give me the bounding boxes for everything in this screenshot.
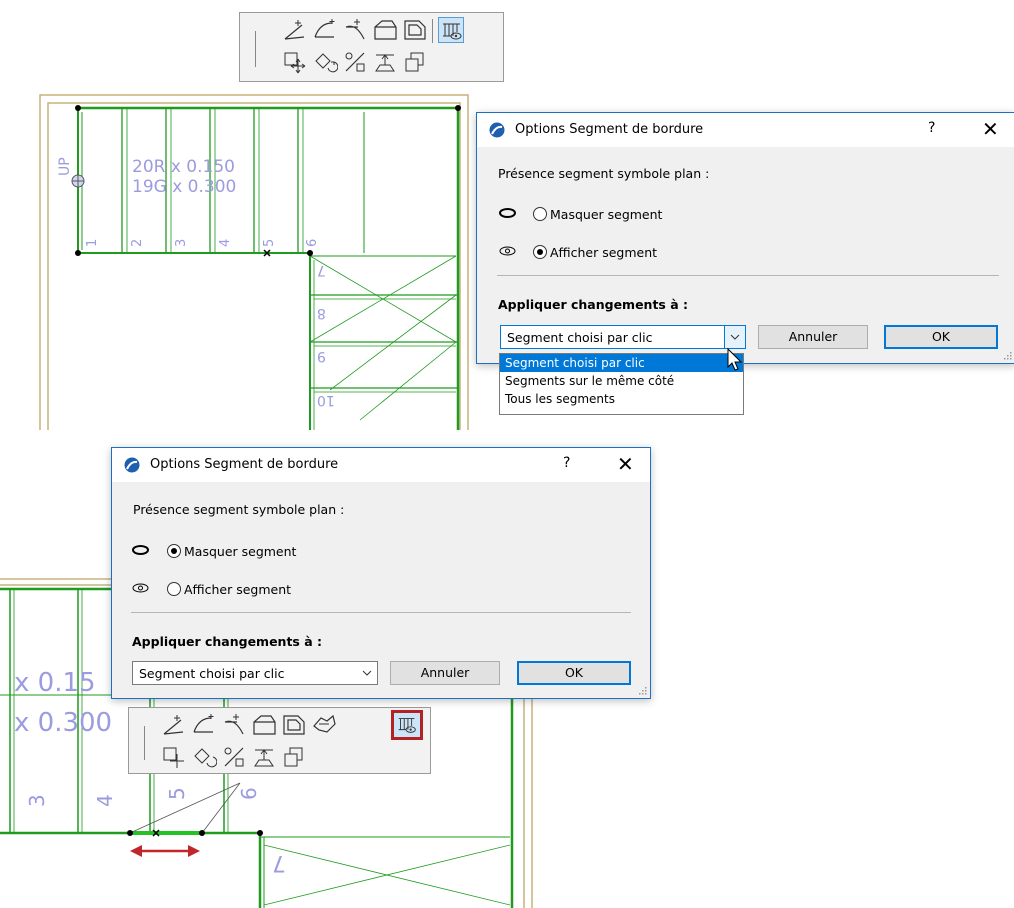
riser-number: 5 [262,238,277,247]
visible-eye-icon [499,246,516,256]
top-edit-toolbar [239,12,504,82]
copy-icon[interactable] [281,744,307,770]
cancel-button[interactable]: Annuler [390,661,500,685]
riser-number: 4 [93,794,117,807]
dropdown-option[interactable]: Segment choisi par clic [500,354,743,372]
stair-riser-label: 20R x 0.150 [132,157,235,177]
chevron-down-icon[interactable] [724,326,745,348]
curve-edge-icon[interactable] [191,712,217,738]
hidden-eye-icon [499,208,516,218]
split-segment-icon[interactable] [221,744,247,770]
offset-all-edges-icon[interactable] [402,17,428,43]
dialog-title: Options Segment de bordure [515,122,704,137]
dropdown-option[interactable]: Tous les segments [500,390,743,408]
toolbar-divider [432,19,433,43]
help-button[interactable]: ? [563,455,570,471]
stair-tread-label: x 0.300 [14,708,113,738]
app-logo-icon [489,122,505,138]
tangent-arc-icon[interactable] [221,712,247,738]
riser-number: 9 [317,348,326,364]
add-arc-node-icon[interactable] [161,712,187,738]
presence-label: Présence segment symbole plan : [133,502,345,517]
stair-up-label: UP [57,157,73,176]
visible-eye-icon [132,583,149,593]
apply-scope-dropdown: Segment choisi par clic Segments sur le … [499,353,744,415]
segment-options-dialog-bottom: Options Segment de bordure ? ✕ Présence … [111,447,651,699]
riser-number: 7 [317,262,326,278]
elevate-icon[interactable] [372,49,398,75]
hide-segment-label[interactable]: Masquer segment [550,207,662,222]
hide-segment-radio[interactable] [533,207,547,221]
close-button[interactable]: ✕ [617,452,634,476]
offset-all-edges-icon[interactable] [281,712,307,738]
ok-button[interactable]: OK [884,325,998,349]
mouse-cursor-icon [727,347,743,371]
rotate-icon[interactable] [312,49,339,75]
segment-options-dialog-top: Options Segment de bordure ? ✕ Présence … [476,112,1014,364]
riser-number: 4 [218,238,233,247]
toolbar-divider [255,31,256,67]
dialog-title: Options Segment de bordure [150,457,339,472]
hide-segment-radio[interactable] [167,544,181,558]
riser-number: 3 [174,238,189,247]
move-node-icon[interactable] [161,744,187,770]
hidden-eye-icon [132,545,149,555]
riser-number: 10 [317,392,335,408]
cancel-button[interactable]: Annuler [758,325,868,349]
rotate-icon[interactable] [191,744,218,770]
resize-grip-icon[interactable] [1003,351,1012,360]
curve-edge-icon[interactable] [312,17,338,43]
riser-number: 6 [237,787,261,800]
segment-visibility-icon[interactable] [391,710,423,740]
apply-changes-label: Appliquer changements à : [132,634,323,649]
elevate-icon[interactable] [251,744,277,770]
toolbar-divider [144,726,145,760]
stair-tread-label: 19G x 0.300 [132,177,237,197]
split-segment-icon[interactable] [342,49,368,75]
offset-edge-icon[interactable] [372,17,398,43]
apply-changes-label: Appliquer changements à : [498,297,689,312]
dialog-separator [497,275,999,276]
close-button[interactable]: ✕ [982,117,999,141]
presence-label: Présence segment symbole plan : [498,166,710,181]
bottom-edit-toolbar [128,707,431,774]
chevron-down-icon[interactable] [357,662,377,684]
ok-button[interactable]: OK [517,661,631,685]
show-segment-label[interactable]: Afficher segment [550,245,657,260]
riser-number: 8 [317,305,326,321]
stair-plan-top [39,94,469,430]
hide-segment-label[interactable]: Masquer segment [184,544,296,559]
add-arc-node-icon[interactable] [282,17,308,43]
show-segment-radio[interactable] [533,245,547,259]
tangent-arc-icon[interactable] [342,17,368,43]
riser-number: 2 [130,238,145,247]
apply-scope-select[interactable]: Segment choisi par clic [132,661,378,685]
app-logo-icon [124,457,140,473]
riser-number: 3 [25,794,49,807]
resize-grip-icon[interactable] [638,686,647,695]
help-button[interactable]: ? [928,120,935,136]
dialog-separator [131,612,631,613]
segment-visibility-icon[interactable] [438,17,464,43]
apply-scope-value: Segment choisi par clic [139,666,285,681]
move-node-icon[interactable] [282,49,308,75]
dropdown-option[interactable]: Segments sur le même côté [500,372,743,390]
riser-number: 5 [165,787,189,800]
offset-edge-icon[interactable] [251,712,277,738]
show-segment-radio[interactable] [167,582,181,596]
riser-number: 6 [305,238,320,247]
apply-scope-select[interactable]: Segment choisi par clic [500,325,746,349]
stair-riser-label: x 0.15 [14,668,96,698]
riser-number: 1 [85,238,100,247]
copy-icon[interactable] [402,49,428,75]
fillet-icon[interactable] [311,712,337,738]
riser-number: 7 [272,850,286,875]
show-segment-label[interactable]: Afficher segment [184,582,291,597]
apply-scope-value: Segment choisi par clic [507,330,653,345]
